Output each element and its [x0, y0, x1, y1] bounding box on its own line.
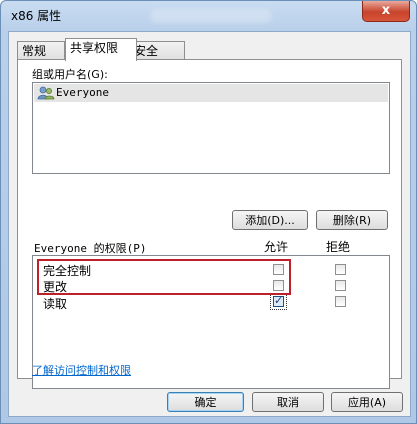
highlight-box — [37, 259, 291, 295]
properties-window: x86 属性 x 常规 共享权限 安全 组或用户名(G): Everyone 添… — [0, 0, 417, 424]
read-deny-checkbox[interactable] — [335, 296, 346, 307]
add-button[interactable]: 添加(D)... — [232, 210, 308, 230]
close-icon: x — [381, 3, 391, 18]
cancel-button[interactable]: 取消 — [252, 392, 324, 412]
ok-button[interactable]: 确定 — [167, 392, 244, 412]
remove-button[interactable]: 删除(R) — [316, 210, 388, 230]
close-button[interactable]: x — [362, 1, 410, 22]
blurred-title-area — [151, 9, 271, 23]
share-permissions-panel: 组或用户名(G): Everyone 添加(D)... 删除(R) Everyo… — [17, 59, 402, 389]
tab-share-permissions[interactable]: 共享权限 — [65, 38, 137, 61]
learn-access-control-link[interactable]: 了解访问控制和权限 — [32, 362, 131, 378]
permissions-label: Everyone 的权限(P) — [34, 242, 147, 255]
read-allow-checkbox[interactable] — [273, 294, 284, 307]
users-icon — [37, 86, 55, 100]
list-item-label: Everyone — [56, 86, 109, 99]
tab-general[interactable]: 常规 — [17, 41, 65, 60]
groups-listbox[interactable]: Everyone — [32, 82, 390, 174]
window-title: x86 属性 — [11, 9, 62, 23]
apply-button[interactable]: 应用(A) — [331, 392, 403, 412]
change-deny-checkbox[interactable] — [335, 280, 346, 291]
groups-label: 组或用户名(G): — [32, 68, 108, 81]
title-bar[interactable]: x86 属性 x — [1, 1, 416, 31]
full-control-deny-checkbox[interactable] — [335, 264, 346, 275]
allow-header: 允许 — [264, 240, 289, 254]
tab-security[interactable]: 安全 — [129, 41, 185, 60]
dialog-client: 常规 共享权限 安全 组或用户名(G): Everyone 添加(D)... 删… — [8, 31, 411, 417]
permission-read-label: 读取 — [43, 297, 68, 311]
list-item-everyone[interactable]: Everyone — [34, 84, 388, 102]
deny-header: 拒绝 — [326, 240, 351, 254]
